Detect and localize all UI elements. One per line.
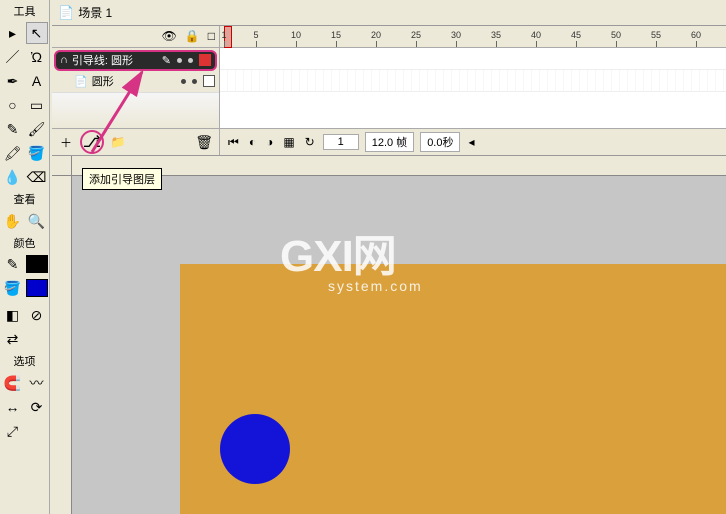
scroll-left-icon[interactable]: ◂ [466, 135, 476, 149]
layer-name: 引导线: 圆形 [72, 52, 133, 68]
add-folder-button[interactable]: 📁 [108, 132, 128, 152]
tools-panel: 工具 ▸ ↖ ／ Ὠ ✒ A ○ ▭ ✎ 🖌 🖍 🪣 💧 ⌫ 查看 ✋ 🔍 颜色… [0, 0, 50, 514]
frames-column: 15101520253035404550556065 [220, 26, 726, 128]
lasso-tool[interactable]: Ὠ [26, 46, 48, 68]
stage-area [52, 156, 726, 514]
tooltip: 添加引导图层 [82, 168, 162, 190]
time-display: 0.0秒 [420, 132, 460, 152]
scene-bar: 📄 场景 1 [52, 0, 726, 26]
guide-layer-icon: ∩ [60, 54, 68, 66]
dot-icon [181, 79, 186, 84]
circle-shape[interactable] [220, 414, 290, 484]
outline-icon[interactable]: □ [208, 29, 215, 43]
fill-swatch[interactable] [26, 279, 48, 297]
frame-number: 1 [323, 134, 359, 150]
layer-header: 👁 🔒 □ [52, 26, 219, 48]
view-label: 查看 [0, 190, 49, 208]
layer-row-guide[interactable]: ∩ 引导线: 圆形 ✎ [54, 50, 217, 72]
loop-icon[interactable]: ↻ [303, 135, 317, 149]
outline-sq [203, 75, 215, 87]
stage[interactable] [72, 176, 726, 514]
stroke-icon: ✎ [2, 253, 24, 275]
horizontal-ruler[interactable] [72, 156, 726, 176]
rect-tool[interactable]: ▭ [26, 94, 48, 116]
layer-icon: 📄 [74, 75, 88, 88]
eraser-tool[interactable]: ⌫ [26, 166, 48, 188]
pencil-icon: ✎ [162, 54, 171, 67]
stroke-swatch[interactable] [26, 255, 48, 273]
add-layer-button[interactable]: ＋ [56, 132, 76, 152]
scene-icon: 📄 [58, 5, 74, 21]
hand-tool[interactable]: ✋ [2, 210, 24, 232]
pencil-tool[interactable]: ✎ [2, 118, 24, 140]
delete-layer-button[interactable]: 🗑 [195, 134, 213, 151]
bucket-tool[interactable]: 🪣 [26, 142, 48, 164]
timeline-pane: 👁 🔒 □ ∩ 引导线: 圆形 ✎ 📄 圆形 [52, 26, 726, 156]
dot-icon [177, 58, 182, 63]
dot-icon [192, 79, 197, 84]
bw-swatch[interactable]: ◧ [2, 304, 24, 326]
timeline-status: ⏮ ◐ ◑ ▦ ↻ 1 12.0 帧 0.0秒 ◂ [220, 132, 477, 152]
fps-display: 12.0 帧 [365, 132, 414, 152]
subselect-tool[interactable]: ↖ [26, 22, 48, 44]
text-tool[interactable]: A [26, 70, 48, 92]
rewind-icon[interactable]: ⏮ [226, 135, 241, 150]
brush-tool[interactable]: 🖌 [26, 118, 48, 140]
scene-title: 场景 1 [78, 4, 112, 21]
options-label: 选项 [0, 352, 49, 370]
timeline-footer: ＋ ⎇ 📁 🗑 ⏮ ◐ ◑ ▦ ↻ 1 12.0 帧 0.0秒 ◂ [52, 128, 726, 155]
zoom-tool[interactable]: 🔍 [26, 210, 48, 232]
dot-icon [188, 58, 193, 63]
layer-column: 👁 🔒 □ ∩ 引导线: 圆形 ✎ 📄 圆形 [52, 26, 220, 128]
oval-tool[interactable]: ○ [2, 94, 24, 116]
add-guide-layer-button[interactable]: ⎇ [80, 130, 104, 154]
layer-name: 圆形 [92, 73, 114, 89]
option-rotate[interactable]: ⟳ [26, 396, 48, 418]
frame-row[interactable] [220, 48, 726, 70]
canvas[interactable] [180, 264, 726, 514]
layer-row[interactable]: 📄 圆形 [52, 71, 219, 93]
dropper-tool[interactable]: 💧 [2, 166, 24, 188]
frame-ruler[interactable]: 15101520253035404550556065 [220, 26, 726, 48]
color-label: 颜色 [0, 234, 49, 252]
option-smooth[interactable]: 〰 [26, 372, 48, 394]
option-snap[interactable]: ↔ [2, 396, 24, 418]
option-scale[interactable]: ⤢ [2, 420, 24, 442]
eye-icon[interactable]: 👁 [162, 29, 177, 43]
pen-tool[interactable]: ✒ [2, 70, 24, 92]
ruler-corner [52, 156, 72, 176]
selection-tool[interactable]: ▸ [2, 22, 24, 44]
outline-sq [199, 54, 211, 66]
tools-label: 工具 [0, 2, 49, 20]
option-magnet[interactable]: 🧲 [2, 372, 24, 394]
ink-tool[interactable]: 🖍 [2, 142, 24, 164]
lock-icon[interactable]: 🔒 [185, 29, 200, 43]
edit-multi-icon[interactable]: ▦ [281, 135, 296, 149]
vertical-ruler[interactable] [52, 176, 72, 514]
noswatch[interactable]: ⊘ [26, 304, 48, 326]
line-tool[interactable]: ／ [2, 46, 24, 68]
frame-row[interactable] [220, 70, 726, 92]
onion-icon[interactable]: ◐ [247, 135, 258, 149]
fill-icon: 🪣 [2, 277, 24, 299]
onion-outline-icon[interactable]: ◑ [264, 135, 275, 149]
swap-swatch[interactable]: ⇄ [2, 328, 24, 350]
